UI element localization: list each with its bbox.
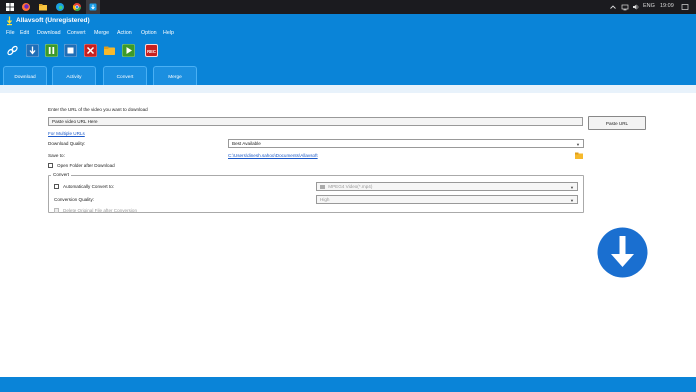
folder-icon[interactable] (103, 44, 116, 57)
url-prompt-label: Enter the URL of the video you want to d… (48, 107, 148, 112)
open-folder-label: Open Folder after Download (57, 163, 115, 168)
conversion-quality-select[interactable]: High ▼ (316, 195, 578, 204)
save-to-label: Save to: (48, 153, 65, 158)
tab-bar: Download Activity Convert Merge (0, 63, 696, 85)
menu-bar: File Edit Download Convert Merge Action … (0, 28, 696, 38)
video-format-icon (320, 184, 325, 189)
menu-edit[interactable]: Edit (20, 30, 29, 36)
conversion-quality-label: Conversion Quality: (54, 197, 95, 202)
menu-file[interactable]: File (6, 30, 15, 36)
open-folder-checkbox[interactable] (48, 163, 53, 168)
language-indicator[interactable]: ENG (643, 3, 655, 9)
menu-convert[interactable]: Convert (67, 30, 86, 36)
menu-merge[interactable]: Merge (94, 30, 109, 36)
tab-merge[interactable]: Merge (153, 66, 197, 85)
menu-help[interactable]: Help (163, 30, 174, 36)
app-logo-icon (6, 16, 13, 26)
paste-url-button[interactable]: Paste URL (588, 116, 646, 130)
file-explorer-icon[interactable] (38, 2, 48, 12)
conversion-quality-value: High (320, 197, 330, 202)
window-titlebar: Allavsoft (Unregistered) (0, 14, 696, 28)
stop-icon[interactable] (64, 44, 77, 57)
notification-icon[interactable] (680, 2, 690, 12)
window-title: Allavsoft (Unregistered) (16, 17, 90, 24)
volume-icon[interactable] (631, 2, 641, 12)
pause-icon[interactable] (45, 44, 58, 57)
menu-download[interactable]: Download (37, 30, 61, 36)
download-quality-select[interactable]: Best Available ▼ (228, 139, 584, 148)
toolbar: REC (0, 39, 696, 63)
start-download-button[interactable] (597, 227, 648, 278)
menu-action[interactable]: Action (117, 30, 132, 36)
play-icon[interactable] (122, 44, 135, 57)
save-to-path-link[interactable]: C:\Users\dinesh.sahoo\Documents\Allavsof… (228, 153, 318, 158)
chevron-up-icon[interactable] (608, 2, 618, 12)
auto-convert-label: Automatically Convert to: (63, 184, 115, 189)
delete-icon[interactable] (84, 44, 97, 57)
status-bar (0, 377, 696, 392)
multiple-urls-link[interactable]: For Multiple URLs (48, 131, 85, 136)
allavsoft-taskbar-icon[interactable] (88, 2, 98, 12)
auto-convert-format-value: MPEG4 Video(*.mp4) (328, 184, 373, 189)
tab-content-strip (0, 85, 696, 93)
windows-taskbar: ENG 19:09 (0, 0, 696, 14)
browse-folder-icon[interactable] (575, 152, 583, 159)
network-icon[interactable] (620, 2, 630, 12)
tab-download[interactable]: Download (3, 66, 47, 85)
record-button[interactable]: REC (145, 44, 158, 57)
chevron-down-icon: ▼ (570, 185, 574, 190)
convert-group-label: Convert (51, 172, 72, 177)
delete-original-checkbox[interactable] (54, 208, 59, 213)
edge-icon[interactable] (55, 2, 65, 12)
download-quality-value: Best Available (232, 141, 261, 146)
chrome-icon[interactable] (72, 2, 82, 12)
tab-convert[interactable]: Convert (103, 66, 147, 85)
url-input[interactable]: Paste video URL Here (48, 117, 583, 126)
download-icon[interactable] (26, 44, 39, 57)
auto-convert-format-select[interactable]: MPEG4 Video(*.mp4) ▼ (316, 182, 578, 191)
delete-original-label: Delete Original File after Conversion (63, 208, 138, 213)
chevron-down-icon: ▼ (576, 142, 580, 147)
menu-option[interactable]: Option (141, 30, 157, 36)
tab-activity[interactable]: Activity (52, 66, 96, 85)
clock[interactable]: 19:09 (660, 3, 674, 9)
windows-start-icon[interactable] (5, 2, 15, 12)
chevron-down-icon: ▼ (570, 198, 574, 203)
download-quality-label: Download Quality: (48, 141, 86, 146)
firefox-icon[interactable] (21, 2, 31, 12)
link-icon[interactable] (6, 44, 19, 57)
download-panel: Enter the URL of the video you want to d… (0, 93, 696, 377)
auto-convert-checkbox[interactable] (54, 184, 59, 189)
